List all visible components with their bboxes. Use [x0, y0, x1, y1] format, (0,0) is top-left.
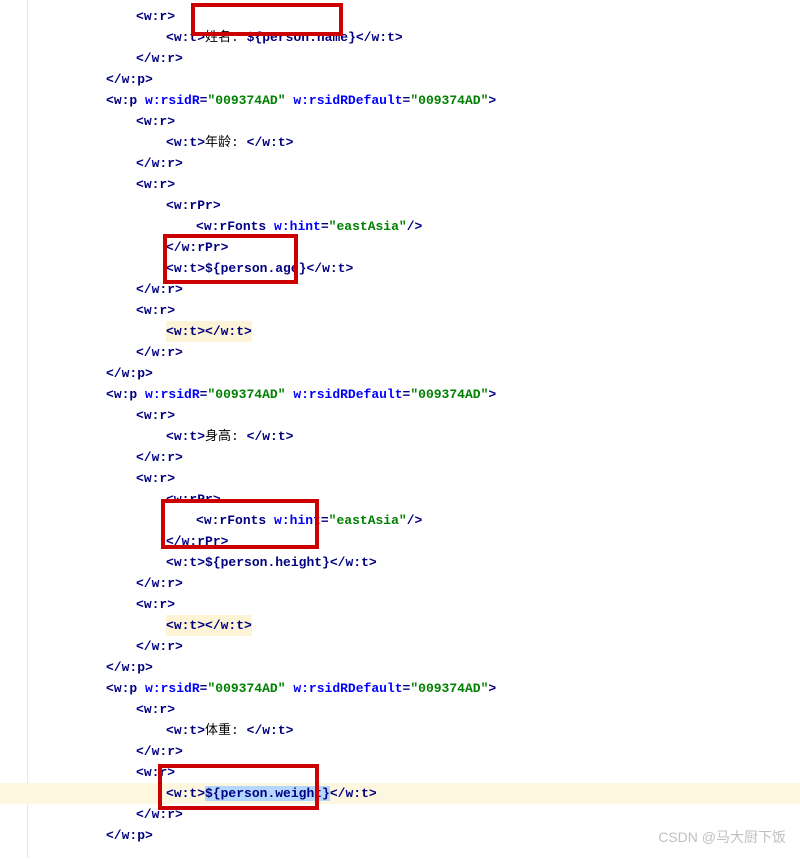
code-line: <w:t>姓名: ${person.name}</w:t>: [28, 27, 800, 48]
code-line: </w:r>: [28, 804, 800, 825]
tpl-person-height: ${person.height}: [205, 555, 330, 570]
code-line: <w:p w:rsidR="009374AD" w:rsidRDefault="…: [28, 678, 800, 699]
code-line: <w:t></w:t>: [28, 321, 800, 342]
code-line: <w:r>: [28, 594, 800, 615]
code-line: <w:p w:rsidR="009374AD" w:rsidRDefault="…: [28, 90, 800, 111]
code-line: <w:r>: [28, 174, 800, 195]
code-line: <w:r>: [28, 300, 800, 321]
code-line: <w:t>${person.weight}</w:t>: [28, 783, 800, 804]
code-editor[interactable]: <w:r> <w:t>姓名: ${person.name}</w:t> </w:…: [0, 0, 800, 858]
code-line: <w:t>${person.height}</w:t>: [28, 552, 800, 573]
code-content[interactable]: <w:r> <w:t>姓名: ${person.name}</w:t> </w:…: [28, 6, 800, 846]
code-line: <w:p w:rsidR="009374AD" w:rsidRDefault="…: [28, 384, 800, 405]
code-line: <w:rPr>: [28, 195, 800, 216]
code-line: </w:r>: [28, 279, 800, 300]
code-line: </w:r>: [28, 636, 800, 657]
code-line: <w:t>体重: </w:t>: [28, 720, 800, 741]
gutter: [0, 0, 28, 858]
label-age: 年龄:: [205, 135, 247, 150]
code-line: <w:r>: [28, 6, 800, 27]
code-line: <w:r>: [28, 405, 800, 426]
tpl-person-weight: ${person.weight}: [205, 786, 330, 801]
code-line: </w:rPr>: [28, 237, 800, 258]
label-weight: 体重:: [205, 723, 247, 738]
code-line: <w:rFonts w:hint="eastAsia"/>: [28, 510, 800, 531]
tpl-person-name: ${person.name}: [247, 30, 356, 45]
code-line: </w:r>: [28, 342, 800, 363]
label-name: 姓名: [205, 30, 231, 45]
code-line: <w:rFonts w:hint="eastAsia"/>: [28, 216, 800, 237]
tpl-person-age: ${person.age}: [205, 261, 306, 276]
code-line: </w:r>: [28, 447, 800, 468]
code-line: </w:p>: [28, 657, 800, 678]
code-line: <w:r>: [28, 468, 800, 489]
code-line: <w:r>: [28, 111, 800, 132]
label-height: 身高:: [205, 429, 247, 444]
code-line: <w:r>: [28, 762, 800, 783]
code-line: </w:p>: [28, 69, 800, 90]
code-line: </w:r>: [28, 48, 800, 69]
watermark: CSDN @马大厨下饭: [658, 827, 786, 848]
code-line: <w:rPr>: [28, 489, 800, 510]
code-line: </w:r>: [28, 153, 800, 174]
code-line: </w:rPr>: [28, 531, 800, 552]
code-line: <w:r>: [28, 699, 800, 720]
code-line: <w:t>身高: </w:t>: [28, 426, 800, 447]
code-line: <w:t>年龄: </w:t>: [28, 132, 800, 153]
code-line: <w:t></w:t>: [28, 615, 800, 636]
code-line: </w:r>: [28, 573, 800, 594]
code-line: <w:t>${person.age}</w:t>: [28, 258, 800, 279]
code-line: </w:p>: [28, 363, 800, 384]
code-line: </w:r>: [28, 741, 800, 762]
